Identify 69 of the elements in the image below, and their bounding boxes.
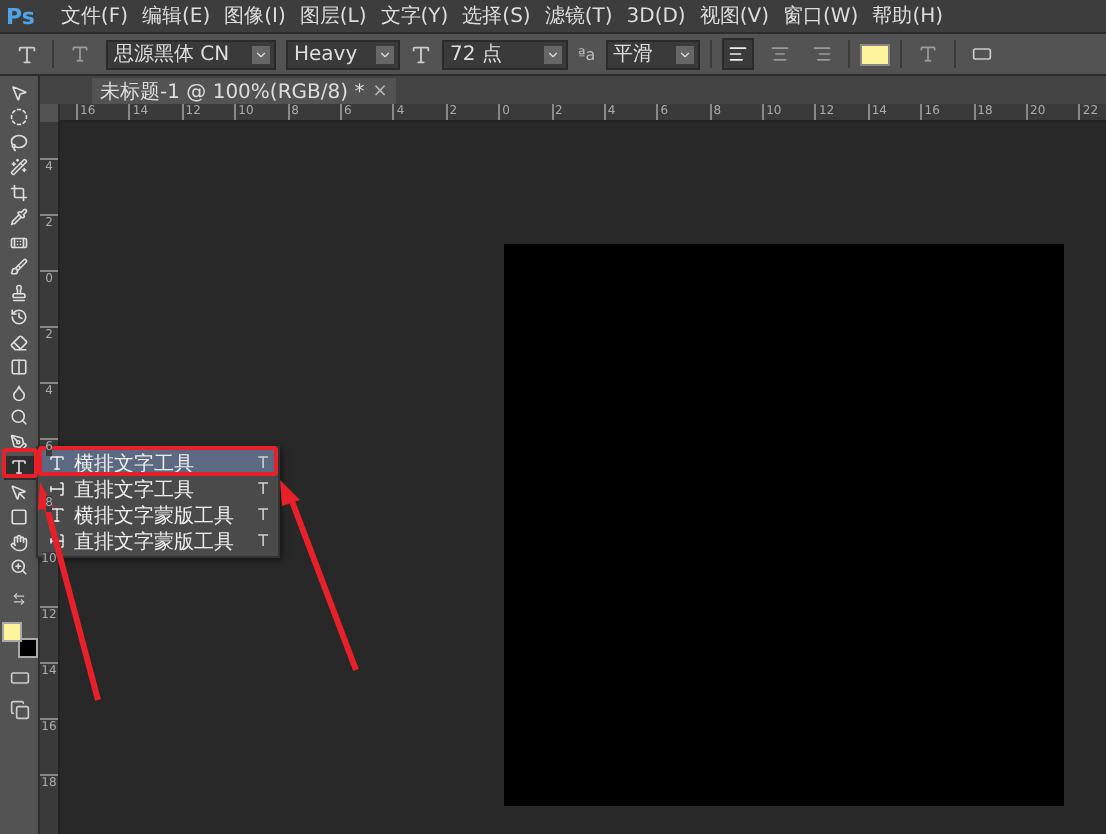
chevron-down-icon [546,47,560,61]
screen-mode-icon[interactable] [9,700,29,720]
vertical-type-mask-icon [48,532,66,550]
lasso-icon [10,133,28,152]
dashed-ellipse-icon [10,108,28,127]
eyedropper-icon [10,208,28,227]
antialias-label: ªa [578,45,596,63]
align-lines-icon [727,44,748,64]
type-icon [917,44,938,64]
history-brush-icon [10,308,28,327]
move-icon [10,83,28,102]
arrow-pointer-icon [10,483,28,502]
align-button[interactable] [721,38,754,70]
font-size-dropdown[interactable]: 72 点 [442,39,568,69]
tab-close-button[interactable]: × [372,81,388,101]
type-icon [10,458,28,477]
crop-icon [10,183,28,202]
menu-item[interactable]: 帮助(H) [872,2,944,30]
shortcut-label: T [258,480,268,498]
type-icon [70,44,90,64]
chevron-down-icon [254,47,268,61]
quick-mask-icon[interactable] [9,668,29,688]
font-size-icon [410,43,432,65]
hand-icon [10,533,28,552]
menu-item[interactable]: 文件(F) [60,2,128,30]
flyout-item-label: 直排文字蒙版工具 [74,529,234,555]
zoom-icon [10,558,28,577]
droplet-icon [10,383,28,402]
font-style-dropdown[interactable]: Heavy [286,39,400,69]
menu-item[interactable]: 选择(S) [462,2,531,30]
menu-item[interactable]: 滤镜(T) [544,2,613,30]
flyout-item-label: 横排文字工具 [74,451,194,477]
type-icon [48,454,66,472]
antialias-dropdown[interactable]: 平滑 [605,39,700,69]
menu-item[interactable]: 图像(I) [224,2,286,30]
shortcut-label: T [258,532,268,550]
flyout-item-label: 横排文字蒙版工具 [74,503,234,529]
chevron-down-icon [378,47,392,61]
bandage-icon [10,233,28,252]
menu-item[interactable]: 3D(D) [626,5,686,27]
type-mask-icon [48,506,66,524]
background-color-swatch[interactable] [18,638,38,658]
rectangle-icon [10,508,28,527]
app-logo: Ps [6,3,35,29]
font-family-dropdown[interactable]: 思源黑体 CN [106,39,276,69]
type-icon [15,43,37,65]
flyout-menu-item[interactable]: 直排文字蒙版工具 T [40,528,276,554]
menu-item[interactable]: 编辑(E) [141,2,211,30]
stamp-icon [10,283,28,302]
shortcut-label: T [258,506,268,524]
foreground-color-swatch[interactable] [2,622,22,642]
swap-colors-icon[interactable] [12,592,26,606]
menu-item[interactable]: 文字(Y) [380,2,449,30]
align-lines-icon [811,44,832,64]
align-lines-icon [769,44,790,64]
vertical-type-icon [48,480,66,498]
pen-icon [10,433,28,452]
magic-wand-icon [10,158,28,177]
chevron-down-icon [677,47,692,61]
shortcut-label: T [258,454,268,472]
brush-icon [10,258,28,277]
menu-item[interactable]: 图层(L) [299,2,367,30]
flyout-item-label: 直排文字工具 [74,477,194,503]
menu-item[interactable]: 窗口(W) [782,2,859,30]
document-tab[interactable]: 未标题-1 @ 100%(RGB/8) * × [92,78,396,104]
menu-item[interactable]: 视图(V) [699,2,769,30]
text-color-swatch[interactable] [859,43,890,65]
panel-icon [971,44,992,64]
eraser-icon [10,333,28,352]
